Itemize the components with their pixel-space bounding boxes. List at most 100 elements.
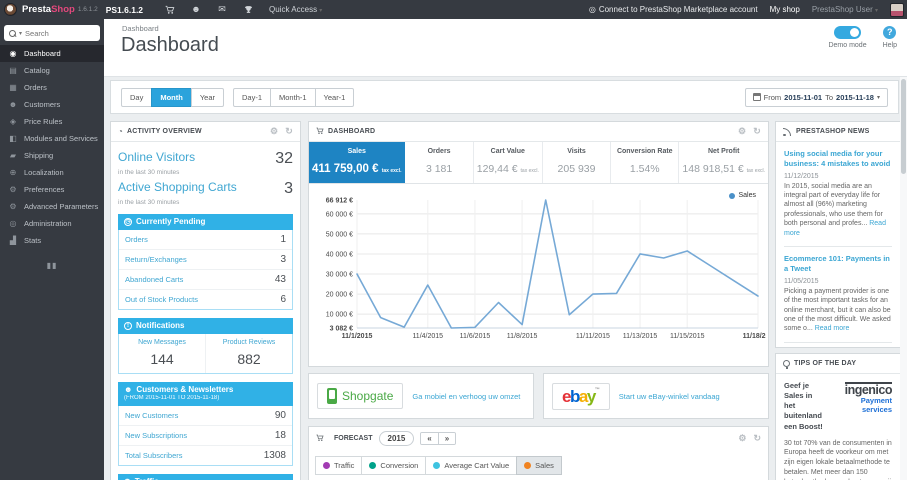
search-input[interactable] [25, 28, 95, 38]
sidebar-item-stats[interactable]: ▟ Stats [0, 232, 104, 249]
customers-list: New Customers 90 New Subscriptions 18 Tota… [118, 405, 293, 466]
phone-icon [327, 388, 337, 404]
legend-label: Sales [738, 192, 756, 199]
toggle-on-icon[interactable] [834, 26, 862, 39]
lightbulb-icon [783, 360, 790, 369]
sidebar-item-preferences[interactable]: ⚙ Preferences [0, 181, 104, 198]
gear-icon[interactable]: ⚙ [738, 126, 746, 137]
refresh-icon[interactable]: ↻ [753, 126, 761, 137]
sidebar-item-advanced-parameters[interactable]: ⚙ Advanced Parameters [0, 198, 104, 215]
collapse-sidebar-icon[interactable]: ▮▮ [0, 261, 104, 270]
read-more-link[interactable]: Read more [815, 325, 850, 332]
my-shop-link[interactable]: My shop [770, 5, 800, 14]
trophy-icon[interactable] [235, 0, 261, 19]
sidebar-item-modules-and-services[interactable]: ◧ Modules and Services [0, 130, 104, 147]
ebay-promo-link[interactable]: Start uw eBay-winkel vandaag [619, 392, 720, 401]
help-icon[interactable]: ? [883, 26, 897, 39]
kpi-orders[interactable]: Orders 3 181 [405, 142, 474, 183]
dashboard-panel-title: DASHBOARD [328, 128, 376, 135]
gear-icon[interactable]: ⚙ [738, 433, 746, 444]
date-from: 2015-11-01 [784, 92, 823, 102]
refresh-icon[interactable]: ↻ [753, 433, 761, 444]
previous-year-button[interactable]: « [421, 433, 439, 444]
tab-average-cart-value[interactable]: Average Cart Value [425, 456, 518, 475]
chart-legend[interactable]: Sales [729, 192, 756, 199]
product-reviews-cell[interactable]: Product Reviews 882 [206, 334, 292, 373]
sidebar-item-price-rules[interactable]: ◈ Price Rules [0, 113, 104, 130]
scrollbar[interactable] [900, 77, 907, 480]
sidebar: ▾ ◉ Dashboard ▤ Catalog ▦ Orders ☻ Customers… [0, 19, 104, 480]
range-day-1-button[interactable]: Day-1 [233, 87, 272, 107]
currently-pending-banner: ◷ Currently Pending [118, 214, 293, 230]
shopgate-promo-link[interactable]: Ga mobiel en verhoog uw omzet [412, 392, 520, 401]
sidebar-item-shipping[interactable]: ▰ Shipping [0, 147, 104, 164]
forecast-year[interactable]: 2015 [378, 431, 415, 446]
brand-shop: Shop [51, 4, 75, 15]
date-range-picker[interactable]: From 2015-11-01 To 2015-11-18 ▾ [744, 87, 888, 107]
range-month-button[interactable]: Month [151, 87, 192, 107]
kpi-cart-value[interactable]: Cart Value 129,44 € tax excl. [474, 142, 543, 183]
kpi-conversion-rate[interactable]: Conversion Rate 1.54% [611, 142, 680, 183]
customer-icon[interactable]: ☻ [183, 0, 209, 19]
brand-version: 1.6.1.2 [77, 6, 98, 13]
list-item-orders[interactable]: Orders 1 [119, 230, 292, 250]
online-visitors-sub: in the last 30 minutes [118, 169, 180, 176]
tab-traffic[interactable]: Traffic [315, 456, 363, 475]
sales-chart: Sales 66 912 € 60 000 € 50 000 € 40 000 € 30… [309, 184, 774, 351]
chevron-down-icon: ▾ [874, 8, 878, 14]
next-year-button[interactable]: » [438, 433, 456, 444]
news-body: Using social media for your business: 4 … [776, 142, 900, 369]
page-header: Dashboard Dashboard Demo mode ? Help [104, 19, 907, 76]
sidebar-item-localization[interactable]: ⊕ Localization [0, 164, 104, 181]
calendar-icon [752, 93, 761, 101]
gears-icon: ⚙ [9, 202, 17, 211]
sidebar-item-label: Advanced Parameters [24, 202, 99, 211]
kpi-sales[interactable]: Sales 411 759,00 € tax excl. [309, 142, 406, 183]
online-visitors-link[interactable]: Online Visitors [118, 150, 195, 164]
user-avatar[interactable] [890, 2, 904, 17]
news-article-title[interactable]: Ecommerce 101: Payments in a Tweet [784, 254, 892, 274]
tab-sales[interactable]: Sales [516, 456, 562, 475]
search-scope-caret-icon[interactable]: ▾ [19, 30, 22, 37]
range-day-button[interactable]: Day [121, 87, 153, 107]
kpi-visits[interactable]: Visits 205 939 [543, 142, 612, 183]
range-year-1-button[interactable]: Year-1 [314, 87, 355, 107]
gear-icon[interactable]: ⚙ [270, 126, 278, 137]
news-panel-title: PRESTASHOP NEWS [796, 128, 870, 135]
user-menu[interactable]: PrestaShop User ▾ [812, 5, 878, 14]
forecast-panel-header: FORECAST 2015 «» ⚙ ↻ [309, 427, 768, 450]
list-item-new-subscriptions[interactable]: New Subscriptions 18 [119, 426, 292, 446]
cart-icon[interactable] [157, 0, 183, 19]
marketplace-link[interactable]: ◎ Connect to PrestaShop Marketplace accou… [589, 5, 758, 14]
customers-newsletters-banner: ☻ Customers & Newsletters (FROM 2015-11-0… [118, 382, 293, 406]
scrollbar-thumb[interactable] [901, 79, 906, 174]
svg-text:10 000 €: 10 000 € [326, 312, 353, 319]
new-messages-cell[interactable]: New Messages 144 [119, 334, 206, 373]
list-item-abandoned-carts[interactable]: Abandoned Carts 43 [119, 270, 292, 290]
sidebar-item-catalog[interactable]: ▤ Catalog [0, 62, 104, 79]
messages-icon[interactable]: ✉ [209, 0, 235, 19]
list-item-returns[interactable]: Return/Exchanges 3 [119, 250, 292, 270]
news-article-title[interactable]: Using social media for your business: 4 … [784, 149, 892, 169]
kpi-net-profit[interactable]: Net Profit 148 918,51 € tax excl. [679, 142, 768, 183]
customers-icon: ☻ [8, 100, 18, 109]
sidebar-item-orders[interactable]: ▦ Orders [0, 79, 104, 96]
list-item-total-subscribers[interactable]: Total Subscribers 1308 [119, 446, 292, 465]
svg-text:11/8/2015: 11/8/2015 [507, 333, 538, 340]
quick-access-menu[interactable]: Quick Access ▾ [269, 5, 322, 14]
help-button[interactable]: ? Help [883, 26, 897, 49]
range-month-1-button[interactable]: Month-1 [270, 87, 316, 107]
refresh-icon[interactable]: ↻ [285, 126, 293, 137]
demo-mode-toggle[interactable]: Demo mode [828, 26, 867, 49]
sidebar-item-dashboard[interactable]: ◉ Dashboard [0, 45, 104, 62]
list-item-new-customers[interactable]: New Customers 90 [119, 406, 292, 426]
search-icon [9, 29, 16, 37]
active-carts-link[interactable]: Active Shopping Carts [118, 180, 237, 194]
tab-conversion[interactable]: Conversion [361, 456, 427, 475]
legend-dot-icon [729, 192, 736, 199]
range-year-button[interactable]: Year [190, 87, 224, 107]
sidebar-item-customers[interactable]: ☻ Customers [0, 96, 104, 113]
sidebar-item-administration[interactable]: ◎ Administration [0, 215, 104, 232]
breadcrumb[interactable]: Dashboard [122, 24, 159, 33]
list-item-out-of-stock[interactable]: Out of Stock Products 6 [119, 290, 292, 309]
